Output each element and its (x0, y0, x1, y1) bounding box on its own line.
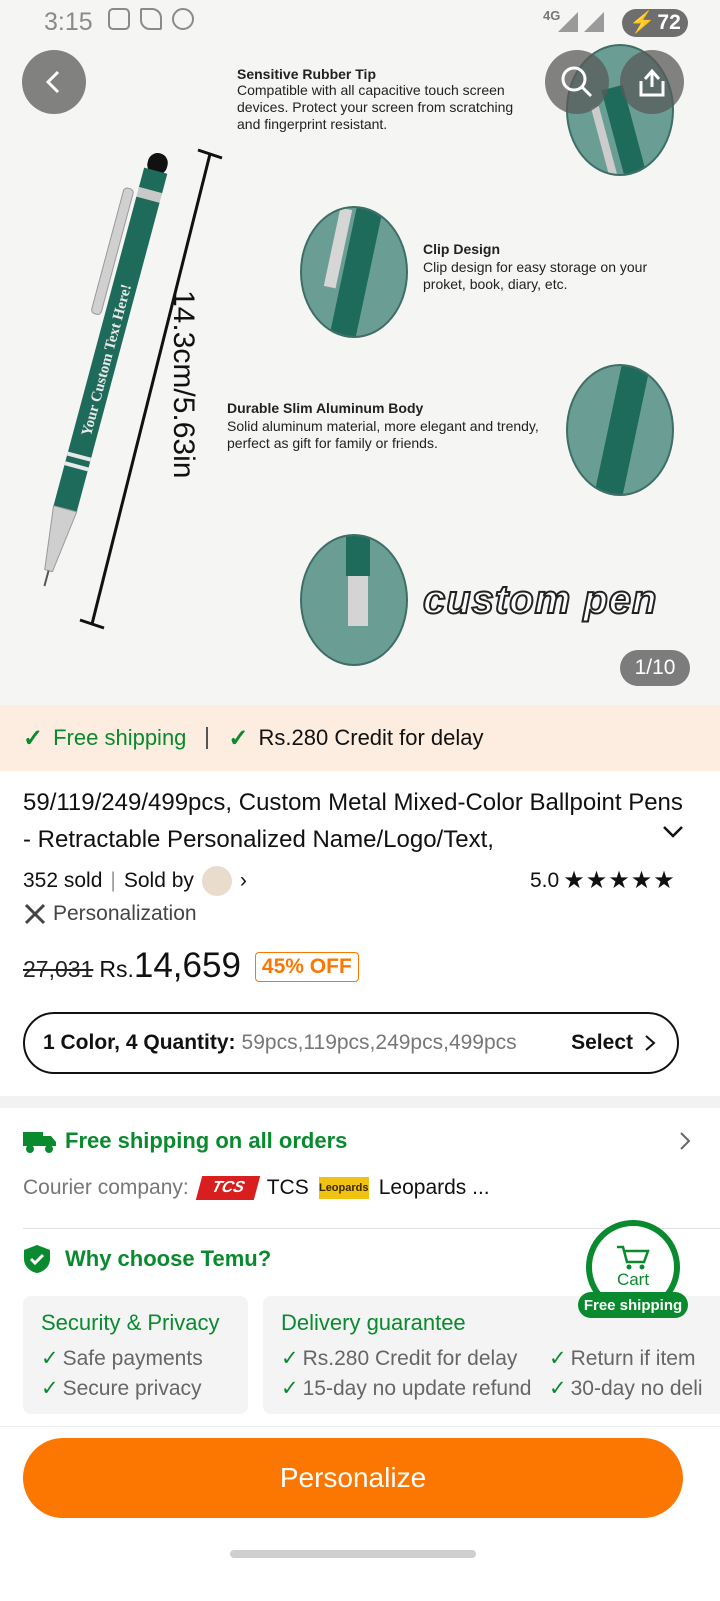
battery-indicator: ⚡ 72 (622, 9, 688, 37)
personalize-button[interactable]: Personalize (23, 1438, 683, 1518)
check-icon: ✓ (228, 724, 249, 752)
back-arrow-icon (45, 70, 60, 94)
status-time: 3:15 (44, 8, 93, 36)
feature-title-body: Durable Slim Aluminum Body (227, 400, 424, 416)
security-title: Security & Privacy (41, 1310, 220, 1335)
pen-image: Your Custom Text Here! (43, 152, 168, 587)
courier-leopards: Leopards ... (378, 1176, 490, 1199)
cart-free-shipping-tag: Free shipping (578, 1292, 688, 1318)
tools-icon (24, 903, 46, 925)
feature-text-body: Solid aluminum material, more elegant an… (227, 418, 539, 451)
product-image-carousel[interactable]: 14.3cm/5.63in Your Custom Text Here! Sen… (0, 0, 720, 705)
courier-tcs: TCS (266, 1176, 309, 1199)
product-title: 59/119/249/499pcs, Custom Metal Mixed-Co… (23, 789, 683, 853)
delivery-item: ✓ 15-day no update refund (281, 1377, 532, 1400)
sold-by-label: Sold by (123, 869, 194, 892)
tcs-logo: TCS (195, 1176, 260, 1200)
cart-icon (617, 1245, 650, 1270)
clip-closeup (300, 206, 408, 338)
why-choose-header[interactable]: Why choose Temu? (23, 1244, 271, 1274)
personalization-tag: Personalization (23, 902, 197, 926)
custom-pen-watermark: custom pen (422, 577, 658, 623)
seller-logo[interactable] (201, 866, 232, 896)
delivery-item: ✓ Rs.280 Credit for delay (281, 1347, 518, 1370)
signal-icon (558, 12, 578, 32)
credit-label: Rs.280 Credit for delay (258, 725, 484, 750)
leopards-logo: Leopards (318, 1177, 369, 1199)
status-bar: 3:15 4G ⚡ 72 (0, 0, 720, 48)
feature-text-tip: Compatible with all capacitive touch scr… (237, 82, 514, 132)
courier-row: Courier company: TCS TCS Leopards Leopar… (23, 1176, 490, 1200)
courier-label: Courier company: (23, 1176, 189, 1199)
check-icon: ✓ (23, 724, 44, 752)
pen-engraving: Your Custom Text Here! (79, 283, 135, 438)
variant-select-label: Select (571, 1031, 633, 1054)
expand-title-icon[interactable] (662, 822, 684, 845)
rating-value: 5.0 (530, 868, 560, 892)
whatsapp-icon (172, 8, 194, 30)
rating[interactable]: 5.0 ★★★★★ (530, 866, 676, 895)
phone-icon (140, 8, 162, 30)
free-shipping-row[interactable]: Free shipping on all orders (23, 1128, 693, 1154)
back-button[interactable] (22, 50, 86, 114)
signal-icon-2 (584, 12, 604, 32)
truck-icon (23, 1132, 56, 1153)
free-shipping-label: Free shipping (53, 725, 187, 750)
delivery-item: ✓ Return if item (549, 1347, 696, 1370)
variant-values: 59pcs,119pcs,249pcs,499pcs (241, 1031, 517, 1054)
chevron-right-icon (645, 1035, 656, 1051)
image-pager: 1/10 (620, 650, 690, 686)
security-item: ✓ Secure privacy (41, 1377, 202, 1400)
search-button[interactable] (545, 50, 609, 114)
share-button[interactable] (620, 50, 684, 114)
screenshot-icon (108, 8, 130, 30)
delivery-title: Delivery guarantee (281, 1310, 466, 1335)
personalization-label: Personalization (53, 902, 197, 925)
feature-text-clip: Clip design for easy storage on your pro… (423, 259, 648, 292)
original-price: 27,031 (23, 956, 94, 982)
home-indicator[interactable] (230, 1550, 476, 1558)
shipping-banner: ✓ Free shipping ✓ Rs.280 Credit for dela… (0, 705, 720, 771)
feature-title-tip: Sensitive Rubber Tip (237, 66, 376, 82)
discount-badge: 45% OFF (254, 952, 359, 982)
current-price: 14,659 (133, 946, 241, 985)
search-icon (561, 66, 593, 98)
nib-closeup (300, 534, 408, 666)
why-choose-title: Why choose Temu? (65, 1246, 272, 1271)
price-row: 27,031 Rs. 14,659 45% OFF (23, 946, 359, 986)
security-item: ✓ Safe payments (41, 1347, 203, 1370)
free-shipping-title: Free shipping on all orders (65, 1128, 348, 1153)
share-icon (639, 68, 665, 97)
section-divider (0, 1096, 720, 1108)
cart-label: Cart (616, 1270, 650, 1289)
variant-selector[interactable]: 1 Color, 4 Quantity: 59pcs,119pcs,249pcs… (23, 1012, 679, 1074)
sold-row: 352 sold | Sold by › (23, 866, 247, 896)
sold-count: 352 sold (23, 869, 103, 892)
variant-label: 1 Color, 4 Quantity: (43, 1031, 236, 1054)
delivery-item: ✓ 30-day no deli (549, 1377, 703, 1400)
star-rating-icon: ★★★★★ (563, 867, 676, 894)
currency: Rs. (99, 956, 134, 982)
seller-chevron-icon[interactable]: › (240, 869, 247, 893)
chevron-right-icon (680, 1132, 691, 1150)
feature-title-clip: Clip Design (423, 241, 501, 257)
security-card: Security & Privacy ✓ Safe payments ✓ Secur… (23, 1296, 248, 1414)
body-closeup (566, 364, 674, 496)
shield-check-icon (24, 1245, 50, 1273)
